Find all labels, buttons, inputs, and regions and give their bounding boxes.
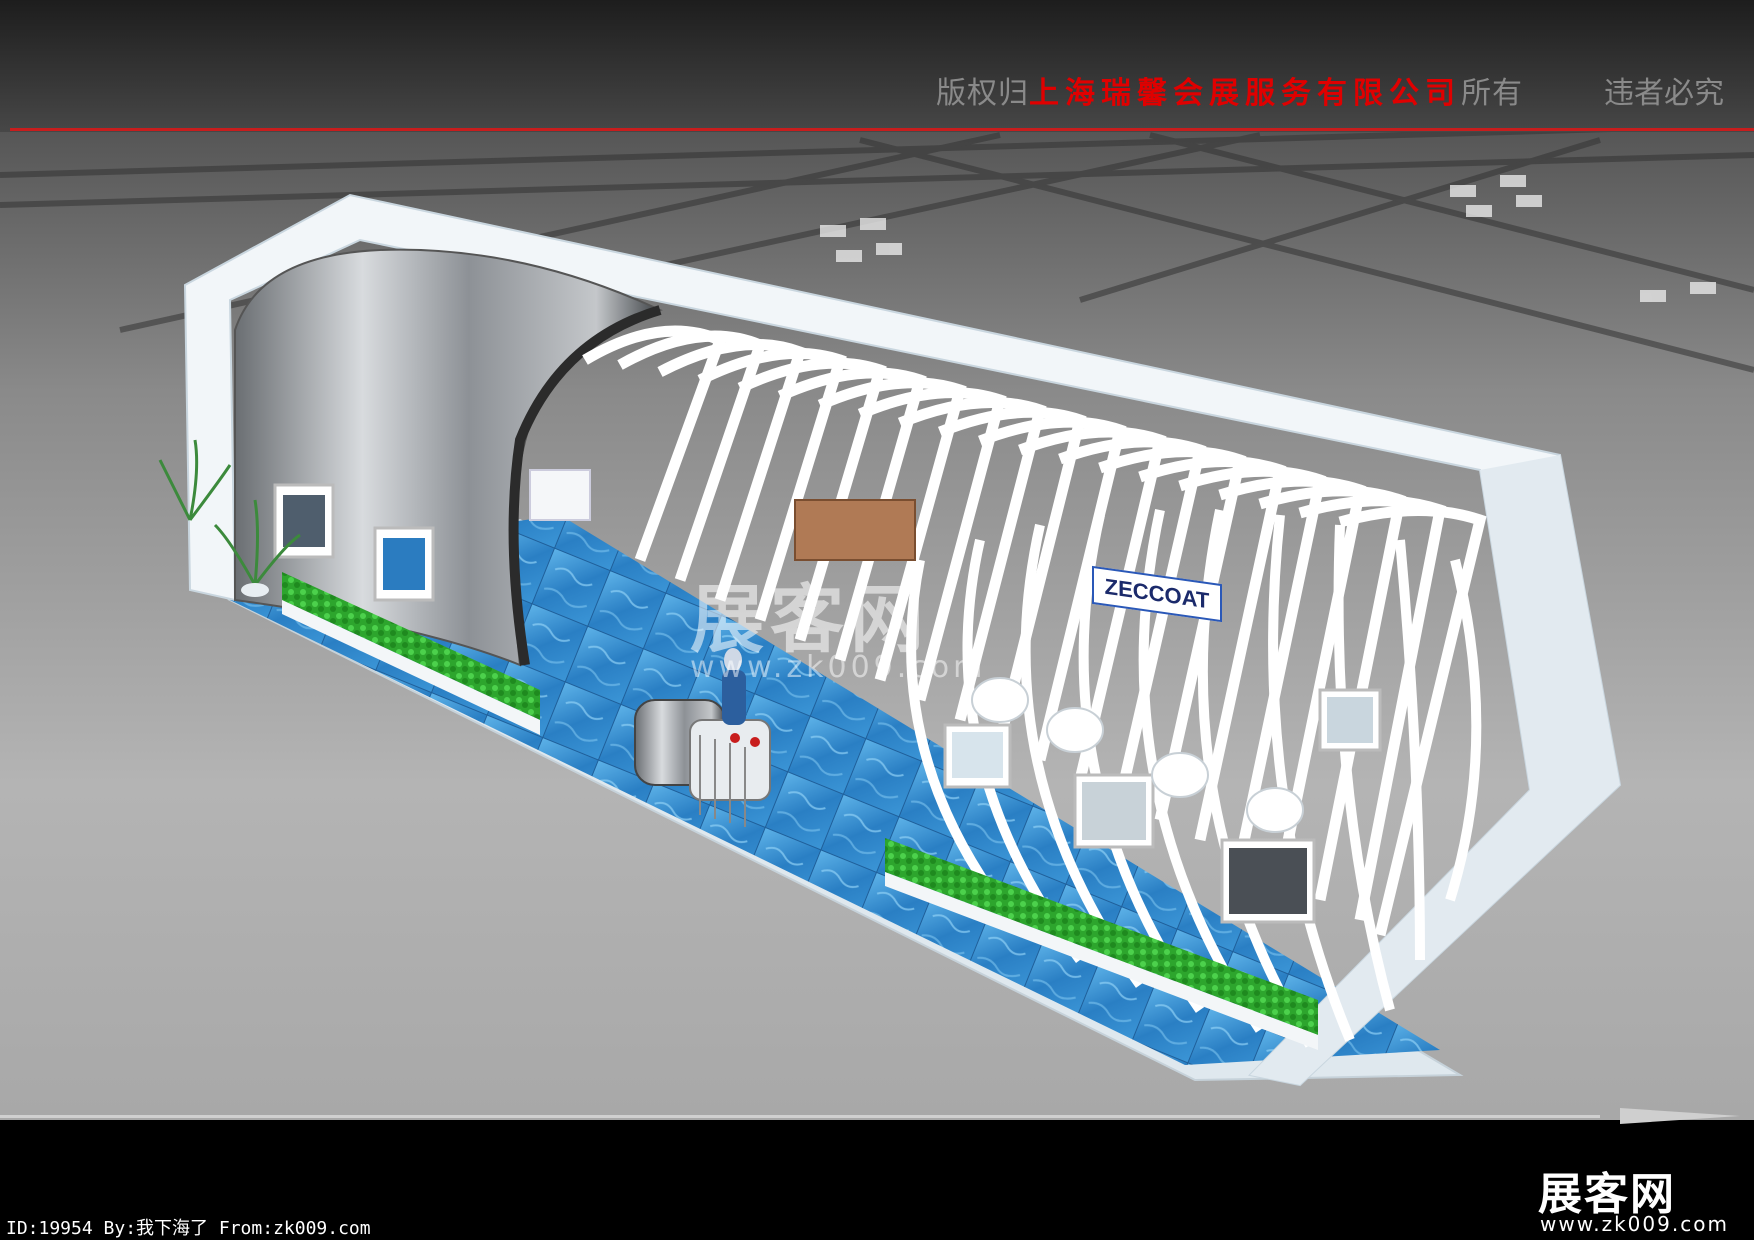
- site-logo-url: www.zk009.com: [1540, 1212, 1729, 1236]
- copyright-warning: 违者必究: [1604, 76, 1724, 111]
- copyright-suffix: 所有: [1461, 76, 1523, 111]
- copyright-notice: 版权归上海瑞馨会展服务有限公司所有: [936, 68, 1523, 112]
- company-name: 上海瑞馨会展服务有限公司: [1029, 76, 1461, 111]
- watermark-site-url: www.zk009.com: [690, 650, 987, 685]
- image-info-caption: ID:19954 By:我下海了 From:zk009.com: [6, 1218, 371, 1239]
- header-accent-line: [10, 128, 1754, 131]
- copyright-prefix: 版权归: [936, 76, 1029, 111]
- header-band: [0, 0, 1754, 132]
- footer-rule: [0, 1115, 1600, 1118]
